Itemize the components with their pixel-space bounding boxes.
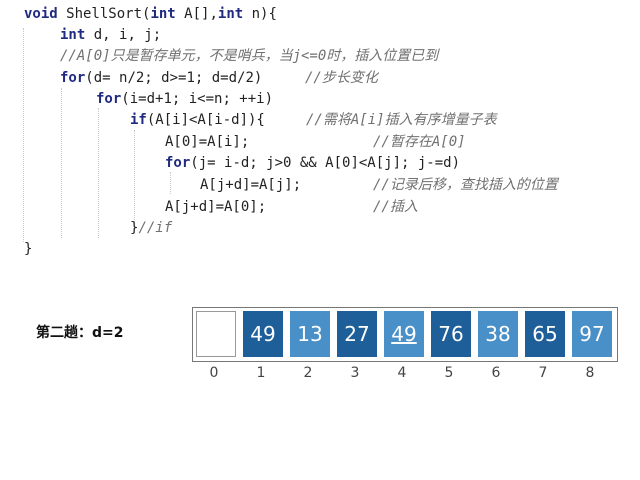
array-cell-value: 65: [532, 322, 558, 346]
array-index-label: 3: [350, 365, 360, 381]
indent-guide: [134, 130, 135, 230]
array-cell: 76: [431, 311, 471, 357]
array-index-label: 4: [397, 365, 407, 381]
code-line-7: A[0]=A[i];: [165, 134, 250, 150]
indent-guide: [98, 108, 99, 238]
keyword: int: [217, 6, 244, 22]
code-text: (d= n/2; d>=1; d=d/2): [85, 70, 263, 86]
array-index-label: 1: [256, 365, 266, 381]
indent-guide: [23, 28, 24, 242]
code-line-5: for(i=d+1; i<=n; ++i): [96, 90, 273, 108]
array-cell-value: 49: [250, 322, 276, 346]
code-line-6: if(A[i]<A[i-d]){: [130, 111, 265, 129]
code-comment: //A[0]只是暂存单元，不是哨兵，当j<=0时，插入位置已到: [60, 48, 439, 64]
array-index-label: 2: [303, 365, 313, 381]
indent-guide: [61, 88, 62, 238]
array-cell: 49: [384, 311, 424, 357]
code-text: d, i, j;: [85, 27, 162, 43]
array-cell: 27: [337, 311, 377, 357]
array-cell-value: 13: [297, 322, 323, 346]
code-comment: //if: [138, 220, 173, 236]
code-comment: //记录后移，查找插入的位置: [373, 177, 558, 193]
array-cell: 38: [478, 311, 518, 357]
array-cell-value: 76: [438, 322, 464, 346]
code-text: (j= i-d; j>0 && A[0]<A[j]; j-=d): [190, 155, 461, 171]
array-cell-value: 97: [579, 322, 605, 346]
code-line-4: for(d= n/2; d>=1; d=d/2): [60, 69, 262, 87]
stage-label: 第二趟：d=2: [36, 325, 124, 341]
code-line-10: A[j+d]=A[0];: [165, 199, 267, 215]
code-line-11: }//if: [130, 219, 172, 237]
code-text: ShellSort(: [57, 6, 151, 22]
keyword: for: [60, 70, 86, 86]
keyword: for: [165, 155, 191, 171]
array-index-label: 8: [585, 365, 595, 381]
array-cell: 65: [525, 311, 565, 357]
array-cell: 97: [572, 311, 612, 357]
keyword: int: [150, 6, 176, 22]
keyword: void: [24, 6, 58, 22]
code-line-8: for(j= i-d; j>0 && A[0]<A[j]; j-=d): [165, 154, 460, 172]
array-cell: [196, 311, 236, 357]
code-line-3: //A[0]只是暂存单元，不是哨兵，当j<=0时，插入位置已到: [60, 47, 438, 65]
code-comment: //暂存在A[0]: [373, 134, 466, 150]
code-text: (A[i]<A[i-d]){: [146, 112, 265, 128]
keyword: int: [60, 27, 86, 43]
code-line-9: A[j+d]=A[j];: [200, 177, 302, 193]
code-text: (i=d+1; i<=n; ++i): [121, 91, 274, 107]
indent-guide: [170, 172, 171, 194]
code-comment: //步长变化: [305, 70, 378, 86]
code-line-2: int d, i, j;: [60, 26, 161, 44]
array-index-label: 5: [444, 365, 454, 381]
code-line-12: }: [24, 241, 33, 257]
array-cell: 49: [243, 311, 283, 357]
code-comment: //需将A[i]插入有序增量子表: [306, 112, 497, 128]
code-block: void ShellSort(int A[],int n){ int d, i,…: [0, 0, 640, 270]
array-index-label: 0: [209, 365, 219, 381]
array-index-label: 7: [538, 365, 548, 381]
array-cell-value: 38: [485, 322, 511, 346]
code-text: A[],: [175, 6, 218, 22]
keyword: if: [130, 112, 147, 128]
array-index-label: 6: [491, 365, 501, 381]
code-comment: //插入: [373, 199, 418, 215]
array-cell-value: 27: [344, 322, 370, 346]
array-cell-value: 49: [391, 322, 417, 346]
code-line-1: void ShellSort(int A[],int n){: [24, 5, 277, 23]
array-cell: 13: [290, 311, 330, 357]
keyword: for: [96, 91, 122, 107]
code-text: n){: [243, 6, 277, 22]
